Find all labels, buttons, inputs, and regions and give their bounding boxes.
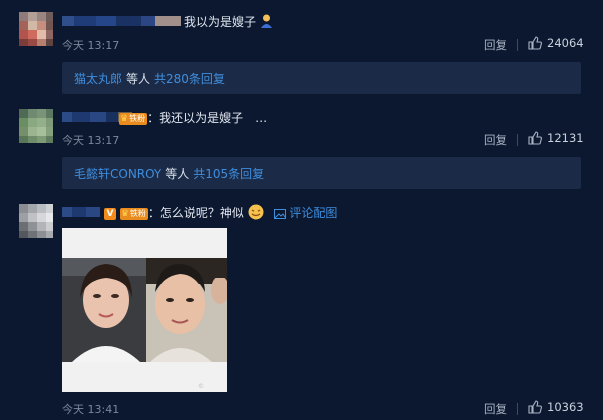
comment-time: 今天 13:17 [62,39,120,52]
svg-text:©: © [198,383,204,390]
reply-users-suffix: 等人 [126,71,151,86]
like-count: 24064 [547,36,584,50]
like-count: 12131 [547,131,584,145]
avatar[interactable] [19,109,53,143]
comment-text: ♛ 铁粉 ：我还以为是嫂子 … [119,111,268,125]
reply-users-link[interactable]: 猫太丸郎 [74,70,122,87]
like-button[interactable]: 10363 [528,400,584,414]
thumbs-up-icon [528,400,542,414]
comment-image[interactable]: © [62,228,227,392]
comment-text: V ♛ 铁粉 ：怎么说呢？神似 评论配图 [104,204,337,223]
grin-emoji-icon [248,204,264,223]
comment-image-link[interactable]: 评论配图 [273,206,337,220]
blurred-username[interactable] [62,206,100,217]
like-button[interactable]: 24064 [528,36,584,50]
like-count: 10363 [547,400,584,414]
divider [517,403,518,415]
reply-users-link[interactable]: 毛懿轩CONROY [74,165,161,182]
reply-users-suffix: 等人 [165,166,190,181]
reply-button[interactable]: 回复 [484,37,507,53]
reply-summary[interactable]: 猫太丸郎 等人 共280条回复 [62,62,581,94]
comment-time: 今天 13:41 [62,403,120,416]
crown-icon: ♛ [120,208,129,219]
crown-icon: ♛ [120,113,129,124]
like-button[interactable]: 12131 [528,131,584,145]
verified-badge: V [104,207,116,220]
avatar[interactable] [19,204,53,238]
image-icon [273,206,286,220]
thumbs-up-icon [528,131,542,145]
person-emoji-icon [260,14,273,32]
divider [517,39,518,51]
blurred-username[interactable] [62,15,181,26]
reply-button[interactable]: 回复 [484,132,507,148]
divider [517,134,518,146]
reply-button[interactable]: 回复 [484,401,507,417]
fan-badge: ♛ 铁粉 [119,207,148,220]
avatar[interactable] [19,12,53,46]
reply-count-link[interactable]: 共280条回复 [154,70,225,87]
comment-time: 今天 13:17 [62,134,120,147]
thumbs-up-icon [528,36,542,50]
fan-badge: ♛ 铁粉 [119,112,148,125]
comment-text: 我以为是嫂子 [184,13,273,32]
reply-count-link[interactable]: 共105条回复 [193,165,264,182]
reply-summary[interactable]: 毛懿轩CONROY 等人 共105条回复 [62,157,581,189]
